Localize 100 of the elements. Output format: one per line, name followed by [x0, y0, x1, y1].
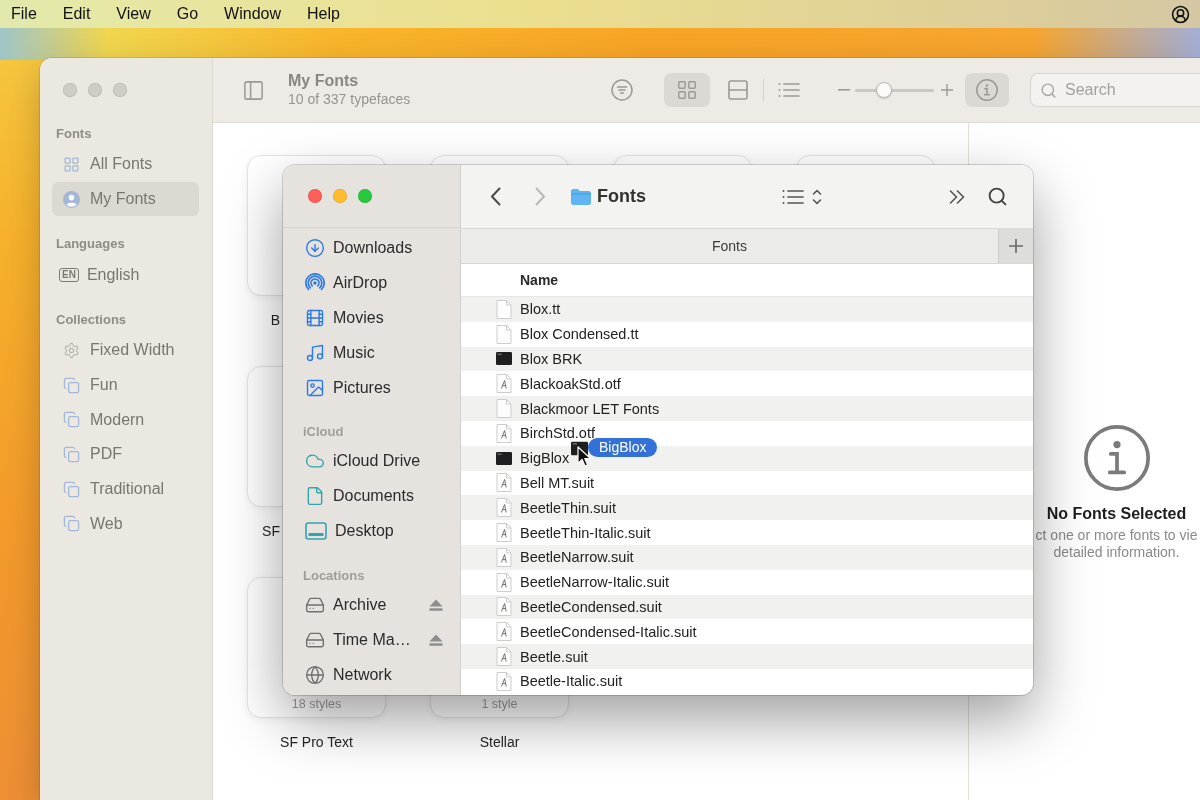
font-file-icon — [496, 498, 512, 518]
sidebar-item[interactable]: Web — [52, 506, 199, 542]
cursor-icon — [577, 446, 591, 467]
sidebar-item[interactable]: Network — [293, 657, 450, 692]
font-name: SF — [262, 522, 280, 541]
file-name: Blox.tt — [520, 300, 561, 319]
file-row[interactable]: Blox.tt — [461, 297, 1033, 322]
minimize-button[interactable] — [333, 189, 347, 203]
user-account-icon[interactable] — [1171, 4, 1190, 24]
more-icon[interactable] — [949, 189, 965, 204]
filter-icon[interactable] — [611, 79, 633, 101]
plus-icon — [1009, 239, 1023, 253]
menu-item[interactable]: File — [11, 4, 37, 24]
file-row[interactable]: BeetleNarrow.suit — [461, 544, 1033, 570]
menu-item[interactable]: Window — [224, 4, 281, 24]
menu-item[interactable]: Edit — [62, 4, 91, 24]
sidebar-icon[interactable] — [242, 78, 265, 102]
file-name: Blox BRK — [520, 350, 583, 368]
file-name: BlackoakStd.otf — [520, 374, 621, 393]
cloud-icon — [305, 451, 325, 471]
menu-item[interactable]: Help — [307, 4, 340, 24]
sidebar-item[interactable]: Fixed Width — [52, 333, 199, 368]
file-row[interactable]: Blox BRK — [461, 346, 1033, 372]
file-name: Beetle.suit — [520, 647, 588, 666]
file-name: BeetleCondensed.suit — [520, 597, 662, 616]
sidebar-item[interactable]: Music — [293, 335, 450, 370]
sidebar-item[interactable]: Downloads — [293, 230, 450, 265]
back-icon[interactable] — [490, 187, 501, 206]
stacked-squares-icon — [63, 515, 80, 533]
screen-icon — [305, 522, 327, 540]
file-row[interactable]: BeetleCondensed.suit — [461, 594, 1033, 620]
font-file-icon — [496, 622, 512, 642]
view-button[interactable] — [664, 73, 710, 107]
minimize-button[interactable] — [88, 83, 102, 97]
sidebar-item[interactable]: AirDrop — [293, 265, 450, 300]
section-header: Fonts — [56, 125, 92, 143]
document-icon — [496, 299, 512, 319]
drag-label: BigBlox — [588, 438, 658, 457]
file-row[interactable]: Blackmoor LET Fonts — [461, 396, 1033, 421]
folder-icon — [571, 188, 591, 205]
font-file-icon — [496, 374, 512, 394]
font-name: B — [270, 311, 280, 330]
menu-item[interactable]: View — [116, 4, 151, 24]
sidebar-item[interactable]: EN English — [52, 257, 199, 293]
sidebar-item[interactable]: Desktop — [293, 513, 450, 549]
eject-icon[interactable] — [429, 633, 443, 646]
terminal-icon — [496, 451, 512, 465]
picture-icon — [305, 377, 325, 398]
terminal-icon — [496, 352, 512, 366]
new-tab-button[interactable] — [998, 229, 1033, 263]
font-name: Stellar — [479, 733, 520, 752]
file-name: BeetleNarrow.suit — [520, 548, 634, 567]
section-header: Languages — [56, 235, 125, 254]
font-file-icon — [496, 423, 512, 443]
style-count: 18 styles — [291, 697, 342, 712]
style-count: 1 style — [481, 697, 518, 712]
sidebar-item[interactable]: iCloud Drive — [293, 443, 450, 479]
sidebar-item[interactable]: Traditional — [52, 471, 199, 507]
close-button[interactable] — [63, 83, 77, 97]
menu-item[interactable]: Go — [176, 4, 199, 24]
file-name: Beetle-Italic.suit — [520, 672, 623, 691]
file-name: BigBlox — [520, 449, 570, 468]
close-button[interactable] — [308, 189, 322, 203]
document-icon — [496, 399, 512, 419]
eject-icon[interactable] — [429, 598, 443, 611]
download-icon — [305, 237, 325, 258]
info-icon — [976, 79, 998, 101]
sidebar-item[interactable]: Documents — [293, 478, 450, 514]
view-mode-button[interactable] — [782, 187, 822, 206]
sidebar-item[interactable]: Fun — [52, 367, 199, 403]
zoom-button[interactable] — [113, 83, 127, 97]
sidebar-item[interactable]: All Fonts — [52, 147, 199, 182]
search-icon — [1040, 82, 1057, 99]
file-row[interactable]: Beetle.suit — [461, 644, 1033, 669]
sidebar-item[interactable]: Modern — [52, 402, 199, 438]
column-header[interactable]: Name — [461, 264, 1033, 297]
search-field[interactable]: Search — [1030, 73, 1200, 107]
search-icon[interactable] — [987, 186, 1008, 207]
zoom-button[interactable] — [358, 189, 372, 203]
font-file-icon — [496, 572, 512, 592]
slider-thumb[interactable] — [876, 82, 893, 98]
font-name: SF Pro Text — [280, 733, 353, 752]
empty-state-title: No Fonts Selected — [1046, 504, 1187, 524]
sidebar-item[interactable]: PDF — [52, 437, 199, 472]
zoom-slider[interactable] — [855, 82, 934, 98]
document-icon — [496, 324, 512, 344]
info-button[interactable] — [965, 73, 1009, 107]
sidebar-item[interactable]: Pictures — [293, 370, 450, 405]
file-row[interactable]: BeetleThin.suit — [461, 495, 1033, 521]
stacked-squares-icon — [63, 480, 80, 498]
font-file-icon — [496, 597, 512, 617]
sidebar-item[interactable]: Time Ma… — [293, 622, 450, 657]
zoom-in-icon[interactable] — [941, 84, 953, 96]
film-icon — [305, 307, 325, 328]
sidebar-item[interactable]: Movies — [293, 300, 450, 335]
user-icon — [63, 190, 80, 208]
language-tag: EN — [59, 267, 79, 282]
sidebar-item[interactable]: Archive — [293, 587, 450, 622]
font-file-icon — [496, 473, 512, 493]
file-name: Bell MT.suit — [520, 473, 595, 492]
